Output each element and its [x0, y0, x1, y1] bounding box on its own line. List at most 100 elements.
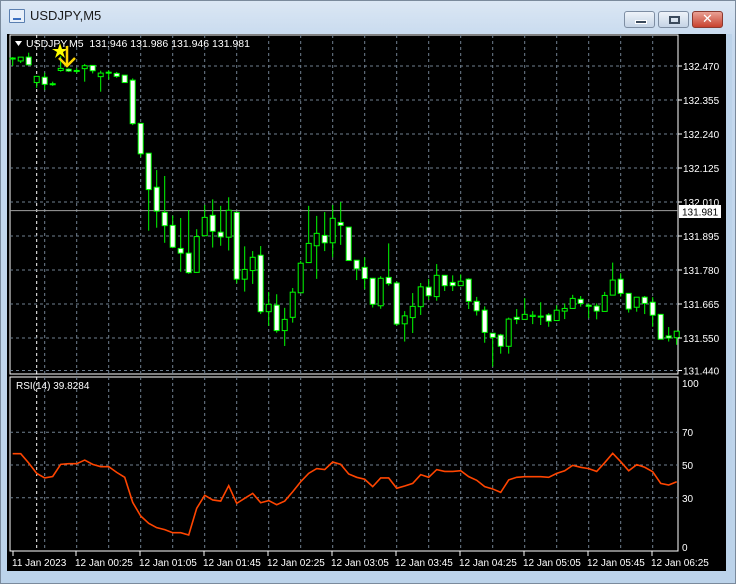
- window-border-right: [726, 34, 732, 571]
- time-axis-label: 12 Jan 00:25: [75, 558, 133, 569]
- candle-body-bull: [289, 291, 296, 318]
- candle-body-bear: [161, 211, 168, 227]
- candle-body-bull: [377, 277, 384, 307]
- candle-body-bear: [49, 83, 56, 86]
- candle-body-bull: [297, 262, 304, 294]
- candle-body-bull: [17, 56, 24, 62]
- candle-body-bear: [345, 226, 352, 262]
- candle: [657, 313, 664, 340]
- candle-body-bear: [169, 224, 176, 248]
- candle-body-bear: [617, 278, 624, 294]
- candle-body-bull: [409, 305, 416, 319]
- rsi-tick-label: 30: [682, 494, 694, 505]
- candle-body-bull: [505, 318, 512, 347]
- time-axis-label: 12 Jan 03:45: [395, 558, 453, 569]
- time-axis-label: 12 Jan 04:25: [459, 558, 517, 569]
- candle-body-bear: [369, 277, 376, 305]
- candle-body-bear: [129, 79, 136, 125]
- time-axis-label: 12 Jan 01:05: [139, 558, 197, 569]
- candle: [377, 276, 384, 309]
- candle-body-bear: [25, 56, 32, 66]
- candle-body-bear: [497, 334, 504, 347]
- candle-body-bear: [489, 332, 496, 338]
- candle-body-bear: [121, 74, 128, 84]
- candle-body-bull: [305, 242, 312, 264]
- candle-body-bull: [81, 65, 88, 70]
- time-axis-label: 12 Jan 06:25: [651, 558, 709, 569]
- price-tick-label: 131.665: [683, 300, 720, 311]
- price-tick-label: 132.355: [683, 96, 720, 107]
- candle: [297, 260, 304, 294]
- price-tick-label: 131.550: [683, 334, 720, 345]
- candle-body-bull: [201, 216, 208, 237]
- candle-body-bear: [361, 266, 368, 280]
- candle-body-bull: [569, 297, 576, 309]
- candle: [137, 122, 144, 158]
- candle-body-bull: [249, 256, 256, 272]
- candle-body-bear: [89, 64, 96, 72]
- price-tick-label: 131.780: [683, 266, 720, 277]
- candle-body-bear: [577, 298, 584, 304]
- candle-body-bear: [273, 304, 280, 332]
- candle-body-bull: [417, 286, 424, 308]
- candle-body-bear: [321, 234, 328, 244]
- rsi-tick-label: 50: [682, 461, 694, 472]
- candle-body-bear: [145, 152, 152, 191]
- price-tick-label: 132.125: [683, 164, 720, 175]
- candle-body-bull: [601, 294, 608, 312]
- candle: [233, 211, 240, 284]
- candle-body-bear: [545, 314, 552, 322]
- candle: [121, 74, 128, 84]
- candle-body-bear: [625, 292, 632, 310]
- candle-body-bull: [97, 72, 104, 78]
- candle-body-bear: [153, 186, 160, 212]
- rsi-tick-label: 70: [682, 428, 694, 439]
- candle-body-bull: [33, 75, 40, 84]
- candle: [257, 246, 264, 315]
- candle-body-bear: [41, 76, 48, 85]
- candle-body-bear: [649, 301, 656, 316]
- candle-body-bull: [433, 274, 440, 298]
- chart-background: [7, 34, 726, 571]
- candle-body-bull: [313, 232, 320, 247]
- candle-body-bull: [537, 315, 544, 318]
- candle-body-bear: [441, 274, 448, 287]
- candle-body-bear: [513, 316, 520, 320]
- candle-body-bear: [585, 304, 592, 307]
- chart-area[interactable]: 132.470132.355132.240132.125132.010131.8…: [0, 0, 736, 584]
- chart-header: USDJPY,M5 131.946 131.986 131.946 131.98…: [15, 38, 250, 50]
- candle-body-bull: [281, 318, 288, 332]
- rsi-tick-label: 0: [682, 543, 688, 554]
- candle-body-bull: [225, 209, 232, 238]
- candle-body-bull: [401, 315, 408, 325]
- candle-body-bull: [265, 303, 272, 313]
- candle-body-bull: [105, 71, 112, 74]
- candle-body-bull: [329, 217, 336, 244]
- candle-body-bear: [657, 313, 664, 340]
- time-axis-label: 12 Jan 02:25: [267, 558, 325, 569]
- candle: [393, 281, 400, 326]
- candle: [289, 288, 296, 323]
- candle: [369, 277, 376, 308]
- time-axis-label: 12 Jan 01:45: [203, 558, 261, 569]
- candle-body-bear: [641, 296, 648, 304]
- price-tick-label: 131.895: [683, 232, 720, 243]
- candle: [345, 226, 352, 262]
- candle-body-bull: [521, 313, 528, 320]
- candle-body-bear: [465, 278, 472, 302]
- candle-body-bear: [393, 282, 400, 325]
- candle-body-bull: [193, 236, 200, 273]
- candle-body-bear: [65, 68, 72, 72]
- candle-body-bear: [665, 335, 672, 339]
- price-tick-label: 132.240: [683, 130, 720, 141]
- candle-body-bear: [233, 211, 240, 280]
- candle-body-bull: [9, 57, 16, 60]
- candle-body-bull: [457, 280, 464, 287]
- candle-body-bear: [385, 276, 392, 285]
- candle-body-bear: [217, 231, 224, 238]
- candle-body-bear: [337, 221, 344, 226]
- candle-body-bull: [609, 279, 616, 296]
- candle-body-bull: [553, 309, 560, 322]
- candle-body-bull: [633, 296, 640, 308]
- candle-body-bear: [481, 309, 488, 333]
